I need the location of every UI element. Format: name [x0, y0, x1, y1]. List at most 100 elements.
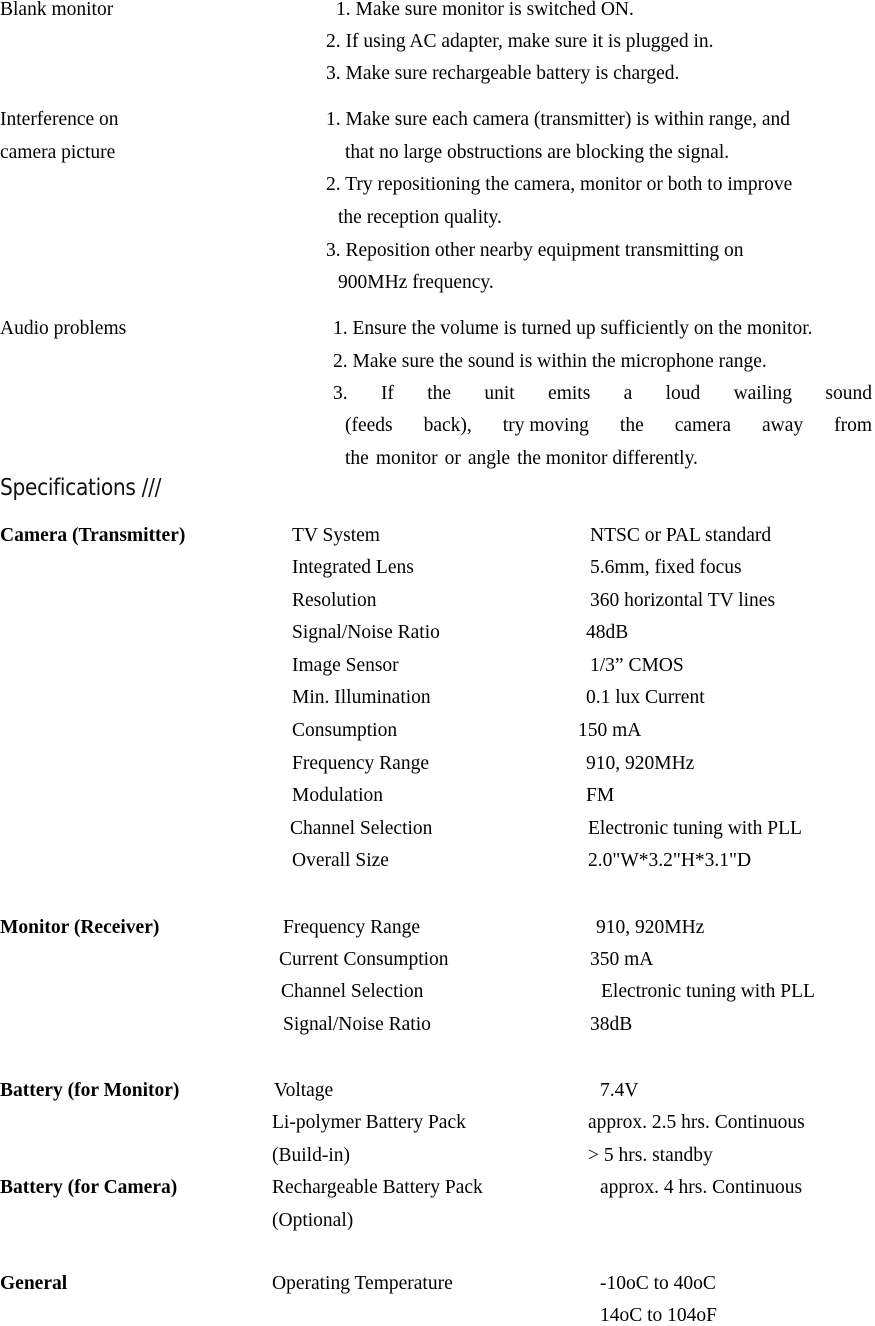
spec-key-0-6: Consumption [292, 720, 398, 741]
spec-key-2-1: Li-polymer Battery Pack [272, 1112, 466, 1133]
word: try moving [502, 415, 589, 436]
word: the monitor differently. [517, 448, 698, 469]
spec-key-0-8: Modulation [292, 785, 383, 806]
word: (feeds [345, 415, 393, 436]
spec-key-2-0: Voltage [274, 1080, 334, 1101]
spec-key-4-0: Operating Temperature [272, 1273, 453, 1294]
spec-value-0-0: NTSC or PAL standard [590, 525, 772, 546]
word: 3. [333, 383, 348, 404]
word-gap [461, 449, 468, 469]
spec-key-0-0: TV System [292, 525, 380, 546]
spec-value-0-9: Electronic tuning with PLL [588, 818, 802, 839]
troubleshooting-step-1-4: 3. Reposition other nearby equipment tra… [326, 240, 744, 261]
spec-key-3-1: (Optional) [272, 1210, 354, 1231]
word: emits [548, 383, 591, 404]
spec-key-0-2: Resolution [292, 590, 377, 611]
spec-value-0-4: 1/3” CMOS [590, 655, 684, 676]
word: loud [665, 383, 701, 404]
spec-key-1-3: Signal/Noise Ratio [283, 1014, 431, 1035]
spec-category-3: Battery (for Camera) [0, 1177, 178, 1198]
word-gap [803, 416, 834, 436]
spec-key-0-5: Min. Illumination [292, 687, 431, 708]
spec-key-0-4: Image Sensor [292, 655, 399, 676]
word: camera [674, 415, 732, 436]
troubleshooting-symptom-1: Interference on [0, 109, 119, 130]
specifications-heading: Specifications /// [0, 475, 162, 501]
troubleshooting-symptom-0: Blank monitor [0, 0, 114, 20]
spec-key-1-0: Frequency Range [283, 917, 420, 938]
spec-value-2-0: 7.4V [600, 1080, 639, 1101]
word-gap [632, 384, 665, 404]
word: the [427, 383, 452, 404]
spec-value-2-2: > 5 hrs. standby [588, 1145, 713, 1166]
word-gap [792, 384, 825, 404]
troubleshooting-step-0-2: 3. Make sure rechargeable battery is cha… [326, 63, 680, 84]
word: If [380, 383, 394, 404]
spec-key-0-9: Channel Selection [290, 818, 433, 839]
spec-key-1-2: Channel Selection [281, 981, 424, 1002]
word-gap [590, 384, 623, 404]
troubleshooting-symptom-2: Audio problems [0, 318, 127, 339]
spec-value-0-7: 910, 920MHz [586, 753, 695, 774]
troubleshooting-step-1-1: that no large obstructions are blocking … [345, 142, 730, 163]
spec-value-0-3: 48dB [586, 622, 629, 643]
word-gap [451, 384, 484, 404]
spec-key-3-0: Rechargeable Battery Pack [272, 1177, 483, 1198]
spec-value-2-1: approx. 2.5 hrs. Continuous [588, 1112, 805, 1133]
troubleshooting-step-1-3: the reception quality. [338, 207, 502, 228]
word-gap [348, 384, 381, 404]
troubleshooting-step-1-5: 900MHz frequency. [338, 272, 494, 293]
word: or [444, 448, 461, 469]
troubleshooting-step-0-1: 2. If using AC adapter, make sure it is … [326, 31, 714, 52]
word: away [762, 415, 804, 436]
troubleshooting-symptom-1-cont: camera picture [0, 142, 116, 163]
spec-key-0-10: Overall Size [292, 850, 389, 871]
spec-value-0-6: 150 mA [578, 720, 642, 741]
word: the [345, 448, 369, 469]
spec-category-1: Monitor (Receiver) [0, 917, 160, 938]
word: wailing [733, 383, 793, 404]
word-gap [589, 416, 620, 436]
word-gap [394, 384, 427, 404]
spec-value-1-1: 350 mA [590, 949, 654, 970]
spec-key-0-7: Frequency Range [292, 753, 429, 774]
word: sound [825, 383, 872, 404]
word-gap [731, 416, 762, 436]
word: angle [467, 448, 511, 469]
spec-value-1-3: 38dB [590, 1014, 633, 1035]
word: monitor [375, 448, 438, 469]
spec-category-2: Battery (for Monitor) [0, 1080, 180, 1101]
word: a [623, 383, 633, 404]
spec-key-2-2: (Build-in) [272, 1145, 350, 1166]
spec-key-1-1: Current Consumption [279, 949, 449, 970]
spec-key-0-3: Signal/Noise Ratio [292, 622, 440, 643]
word-gap [700, 384, 733, 404]
troubleshooting-step-2-1: 2. Make sure the sound is within the mic… [333, 351, 767, 372]
spec-value-1-0: 910, 920MHz [596, 917, 705, 938]
word-gap [515, 384, 548, 404]
word: unit [484, 383, 515, 404]
word-gap [438, 449, 445, 469]
troubleshooting-step-0-0: 1. Make sure monitor is switched ON. [336, 0, 634, 20]
word-gap [393, 416, 424, 436]
word: the [619, 415, 644, 436]
spec-category-4: General [0, 1273, 68, 1294]
spec-value-0-8: FM [586, 785, 615, 806]
troubleshooting-step-1-2: 2. Try repositioning the camera, monitor… [326, 174, 793, 195]
spec-value-0-1: 5.6mm, fixed focus [590, 557, 742, 578]
spec-value-1-2: Electronic tuning with PLL [601, 981, 815, 1002]
spec-category-0: Camera (Transmitter) [0, 525, 186, 546]
troubleshooting-step-justified-line-0: 3. If the unit emits a loud wailing sound [333, 384, 872, 404]
spec-value-0-10: 2.0"W*3.2"H*3.1"D [588, 850, 752, 871]
spec-value-0-2: 360 horizontal TV lines [590, 590, 776, 611]
spec-value-3-0: approx. 4 hrs. Continuous [600, 1177, 803, 1198]
troubleshooting-step-1-0: 1. Make sure each camera (transmitter) i… [326, 109, 791, 130]
word-gap [510, 449, 517, 469]
troubleshooting-step-justified-line-1: (feeds back), try moving the camera away from [345, 416, 872, 436]
troubleshooting-step-2-0: 1. Ensure the volume is turned up suffic… [333, 318, 813, 339]
word: from [834, 415, 873, 436]
word-gap [369, 449, 376, 469]
word-gap [472, 416, 503, 436]
spec-value-4-0: -10oC to 40oC [600, 1273, 716, 1294]
troubleshooting-step-justified-line-2: the monitor or angle the monitor differently… [345, 449, 872, 469]
